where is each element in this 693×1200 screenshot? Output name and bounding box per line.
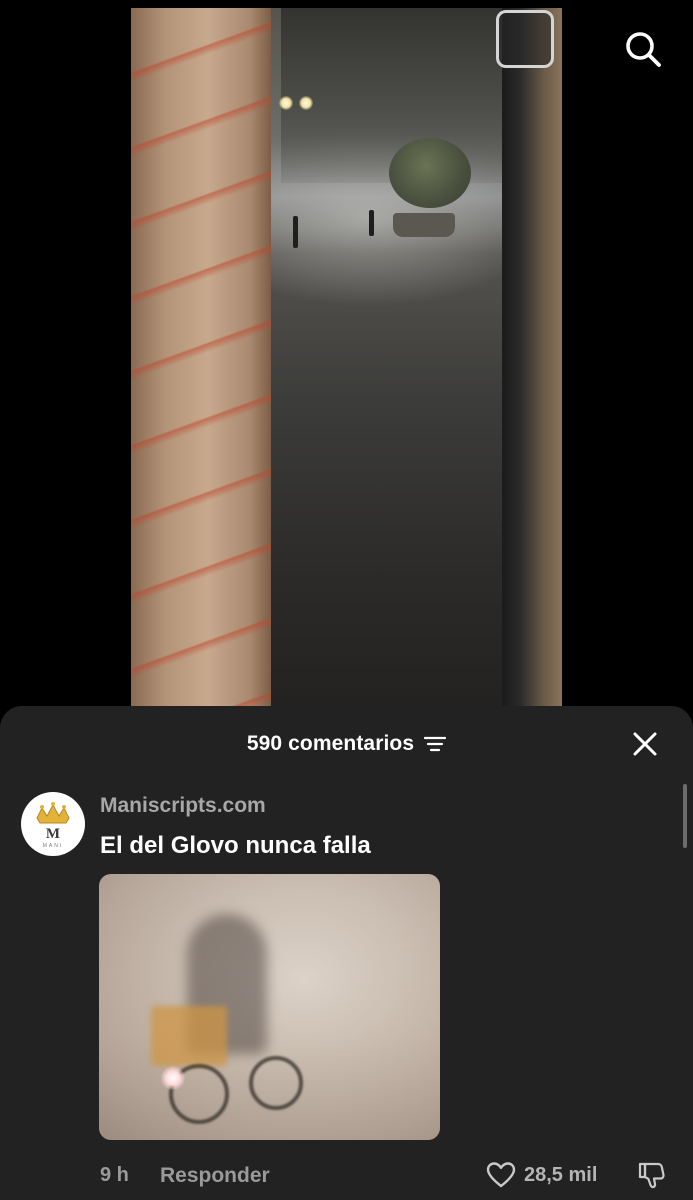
comments-header: 590 comentarios: [0, 726, 693, 762]
media-bike-light: [161, 1066, 185, 1090]
media-wheel: [249, 1056, 303, 1110]
heart-icon: [486, 1162, 516, 1188]
dislike-button[interactable]: [634, 1158, 668, 1192]
video-scene-lamp: [279, 96, 293, 110]
close-icon: [633, 732, 657, 756]
video-scene-bollard: [369, 210, 374, 236]
video-scene-lamp: [299, 96, 313, 110]
video-scene-planter: [393, 213, 455, 237]
comment-time: 9 h: [100, 1164, 129, 1186]
comment-text: El del Glovo nunca falla: [100, 832, 371, 859]
video-scene-pillar: [131, 8, 271, 708]
crown-logo-icon: M MANI: [36, 802, 70, 849]
video-scene-bush: [389, 138, 471, 208]
like-button[interactable]: 28,5 mil: [486, 1158, 597, 1192]
filter-sort-icon[interactable]: [424, 735, 447, 753]
scrollbar[interactable]: [683, 784, 687, 848]
comments-sheet: 590 comentarios M MANI Maniscripts.com E…: [0, 706, 693, 1200]
video-scene-door-handle: [496, 10, 554, 68]
comment-meta: 9 h Responder 28,5 mil: [0, 1158, 693, 1194]
reply-button[interactable]: Responder: [160, 1164, 270, 1188]
comment-username[interactable]: Maniscripts.com: [100, 794, 266, 818]
avatar[interactable]: M MANI: [21, 792, 85, 856]
video-player[interactable]: [131, 8, 562, 708]
avatar-wordmark: MANI: [43, 843, 64, 849]
like-count: 28,5 mil: [524, 1163, 598, 1186]
avatar-letter: M: [46, 826, 60, 842]
video-scene-door-frame: [502, 8, 562, 708]
media-delivery-box: [151, 1006, 227, 1066]
comment-count: 590 comentarios: [246, 732, 415, 755]
video-scene-bollard: [293, 216, 298, 248]
close-button[interactable]: [629, 728, 661, 760]
search-button[interactable]: [620, 26, 666, 72]
comment-media-image[interactable]: [99, 874, 440, 1140]
dislike-icon: [638, 1162, 665, 1189]
search-icon: [626, 32, 661, 67]
